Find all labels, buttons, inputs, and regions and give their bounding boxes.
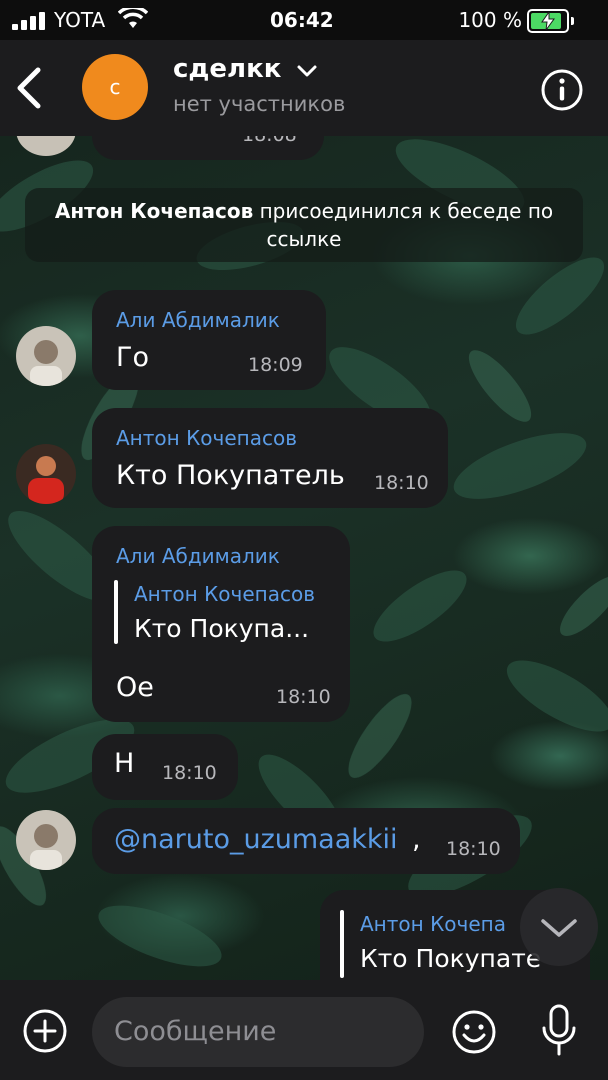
message-bubble[interactable]: Али Абдималик Антон Кочепасов Кто Покупа… [92,526,350,722]
message-time: 18:10 [374,472,429,494]
quote-text[interactable]: Кто Покупате [360,944,541,973]
plus-icon[interactable] [22,1008,68,1054]
message-input[interactable]: Сообщение [92,997,424,1067]
message-time: 18:09 [248,354,303,376]
message-text: Ое [116,672,154,703]
message-sender[interactable]: Али Абдималик [116,308,280,332]
clock: 06:42 [270,8,334,32]
charging-bolt-icon [541,12,555,30]
quote-bar [340,910,344,978]
message-time: 18:10 [446,838,501,860]
message-time: 18:10 [162,762,217,784]
message-text: , [412,824,421,855]
carrier-label: YOTA [54,8,106,32]
back-arrow-icon[interactable] [12,64,48,112]
chat-title[interactable]: сделкк [173,54,281,84]
microphone-icon[interactable] [540,1004,578,1060]
quote-text[interactable]: Кто Покупа... [134,614,309,643]
system-message-text: присоединился к беседе по ссылке [259,199,554,251]
message-bubble[interactable]: @naruto_uzumaakkii , 18:10 [92,808,520,874]
chat-subtitle: нет участников [173,92,346,116]
mention-link[interactable]: @naruto_uzumaakkii [114,824,398,855]
message-text: Го [116,342,149,373]
scroll-down-button[interactable] [520,888,598,966]
chat-avatar[interactable]: с [82,54,148,120]
system-message-name[interactable]: Антон Кочепасов [55,199,253,223]
battery-percentage: 100 % [458,8,522,32]
emoji-icon[interactable] [451,1009,497,1055]
message-sender[interactable]: Али Абдималик [116,544,280,568]
message-bubble[interactable]: Али Абдималик Го 18:09 [92,290,326,390]
message-time: 18:10 [276,686,331,708]
quote-bar [114,580,118,644]
chevron-down-icon[interactable] [296,64,318,78]
message-text: Кто Покупатель [116,460,345,491]
status-bar: YOTA 06:42 100 % [0,0,608,40]
battery-icon [527,9,574,33]
message-input-bar: Сообщение [0,980,608,1080]
scroll-down-icon [541,919,577,937]
user-photo [16,326,76,386]
message-sender[interactable]: Антон Кочепасов [116,426,297,450]
info-icon[interactable] [540,68,584,112]
quote-sender[interactable]: Антон Кочепа [360,912,506,936]
wifi-icon [118,8,148,28]
avatar-ali[interactable] [16,810,76,870]
message-bubble[interactable]: Н 18:10 [92,734,238,800]
signal-icon [12,12,45,30]
message-bubble[interactable]: Антон Кочепасов Кто Покупатель 18:10 [92,408,448,508]
user-photo [16,810,76,870]
avatar-anton[interactable] [16,444,76,504]
user-photo [16,444,76,504]
avatar-ali[interactable] [16,326,76,386]
quote-sender[interactable]: Антон Кочепасов [134,582,315,606]
system-message: Антон Кочепасов присоединился к беседе п… [25,188,583,262]
message-text: Н [114,748,135,779]
